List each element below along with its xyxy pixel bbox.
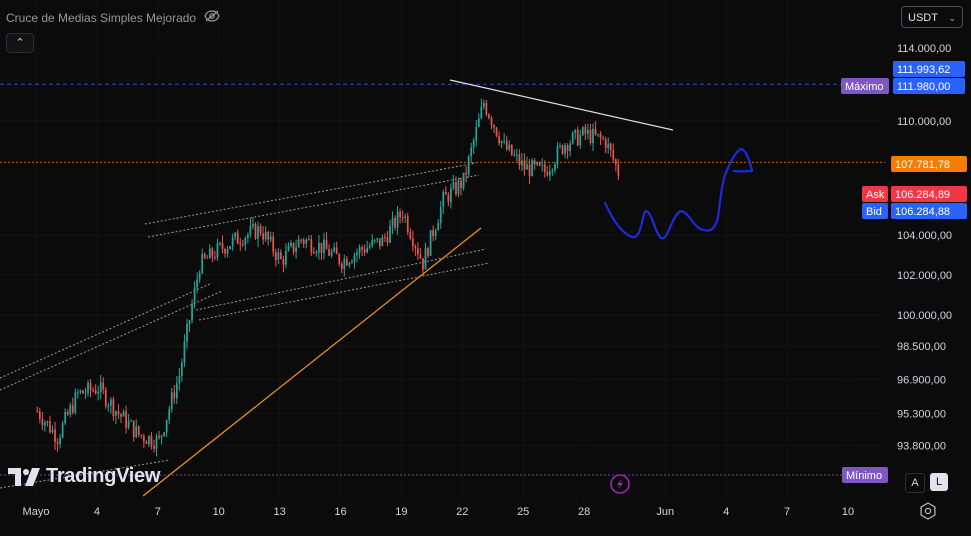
candle — [561, 144, 564, 156]
x-tick-label: 4 — [723, 506, 729, 518]
candle — [510, 144, 513, 157]
y-tick-label: 102.000,00 — [897, 270, 952, 282]
price-chart[interactable]: 93.800,00 95.300,00 96.900,00 98.500,00 100.… — [0, 0, 971, 536]
candle — [254, 222, 257, 240]
x-tick-label: 25 — [517, 506, 529, 518]
candle — [104, 387, 107, 410]
svg-text:Máximo: Máximo — [845, 81, 884, 93]
svg-text:Mínimo: Mínimo — [846, 470, 882, 482]
tradingview-logo-icon — [8, 467, 40, 486]
candle — [74, 388, 77, 415]
svg-text:107.781,78: 107.781,78 — [895, 159, 950, 171]
svg-text:106.284,89: 106.284,89 — [895, 189, 950, 201]
x-tick-label: 28 — [578, 506, 590, 518]
candle — [462, 172, 465, 191]
currency-value: USDT — [908, 12, 938, 24]
max-price-tag: 111.993,62 — [893, 61, 965, 77]
chevron-up-icon: ⌃ — [15, 37, 25, 49]
ask-label-tag: Ask — [862, 186, 888, 202]
chevron-down-icon: ⌄ — [948, 13, 956, 23]
y-tick-label: 114.000,00 — [897, 43, 951, 55]
candle — [61, 420, 64, 439]
y-tick-label: 98.500,00 — [897, 341, 946, 353]
x-tick-label: 7 — [155, 506, 161, 518]
x-tick-label: Mayo — [23, 506, 50, 518]
x-tick-label: 19 — [395, 506, 407, 518]
gear-icon[interactable] — [919, 502, 937, 520]
logo-text: TradingView — [46, 465, 161, 487]
svg-text:Bid: Bid — [866, 206, 882, 218]
x-tick-label: 7 — [784, 506, 790, 518]
max-label-tag: Máximo — [841, 78, 889, 94]
x-tick-label: Jun — [656, 506, 674, 518]
y-tick-label: 100.000,00 — [897, 310, 952, 322]
candle — [229, 245, 231, 250]
candle — [429, 229, 432, 257]
x-tick-label: 22 — [456, 506, 468, 518]
y-tick-label: 104.000,00 — [897, 230, 952, 242]
x-tick-label: 16 — [334, 506, 346, 518]
svg-text:111.980,00: 111.980,00 — [897, 81, 950, 93]
svg-text:Ask: Ask — [866, 189, 885, 201]
y-tick-label: 96.900,00 — [897, 374, 946, 386]
x-tick-label: 4 — [94, 506, 100, 518]
bid-label-tag: Bid — [862, 203, 888, 219]
candle — [531, 158, 533, 177]
ask-price-tag: 106.284,89 — [891, 186, 967, 202]
max-close-tag: 111.980,00 — [893, 78, 965, 94]
candle — [467, 154, 470, 178]
eye-off-icon[interactable] — [204, 10, 220, 25]
auto-scale-button[interactable]: A — [905, 473, 925, 493]
chart-background — [0, 0, 971, 536]
currency-select[interactable]: USDT ⌄ — [901, 6, 963, 28]
tradingview-logo: TradingView — [8, 465, 160, 488]
bid-price-tag: 106.284,88 — [891, 203, 967, 219]
candle — [495, 126, 498, 138]
svg-text:106.284,88: 106.284,88 — [895, 206, 950, 218]
min-label-tag: Mínimo — [842, 467, 888, 483]
candle — [581, 125, 584, 137]
y-tick-label: 95.300,00 — [897, 408, 946, 420]
last-price-tag: 107.781,78 — [891, 156, 967, 172]
y-tick-label: 93.800,00 — [897, 441, 946, 453]
candle — [571, 131, 574, 145]
x-tick-label: 13 — [273, 506, 285, 518]
indicator-legend[interactable]: Cruce de Medias Simples Mejorado — [6, 10, 220, 25]
log-scale-button[interactable]: L — [930, 473, 948, 491]
x-tick-label: 10 — [842, 506, 854, 518]
svg-text:111.993,62: 111.993,62 — [897, 64, 950, 76]
collapse-legend-button[interactable]: ⌃ — [6, 33, 34, 53]
y-tick-label: 110.000,00 — [897, 116, 951, 128]
x-tick-label: 10 — [213, 506, 225, 518]
indicator-name: Cruce de Medias Simples Mejorado — [6, 10, 197, 25]
